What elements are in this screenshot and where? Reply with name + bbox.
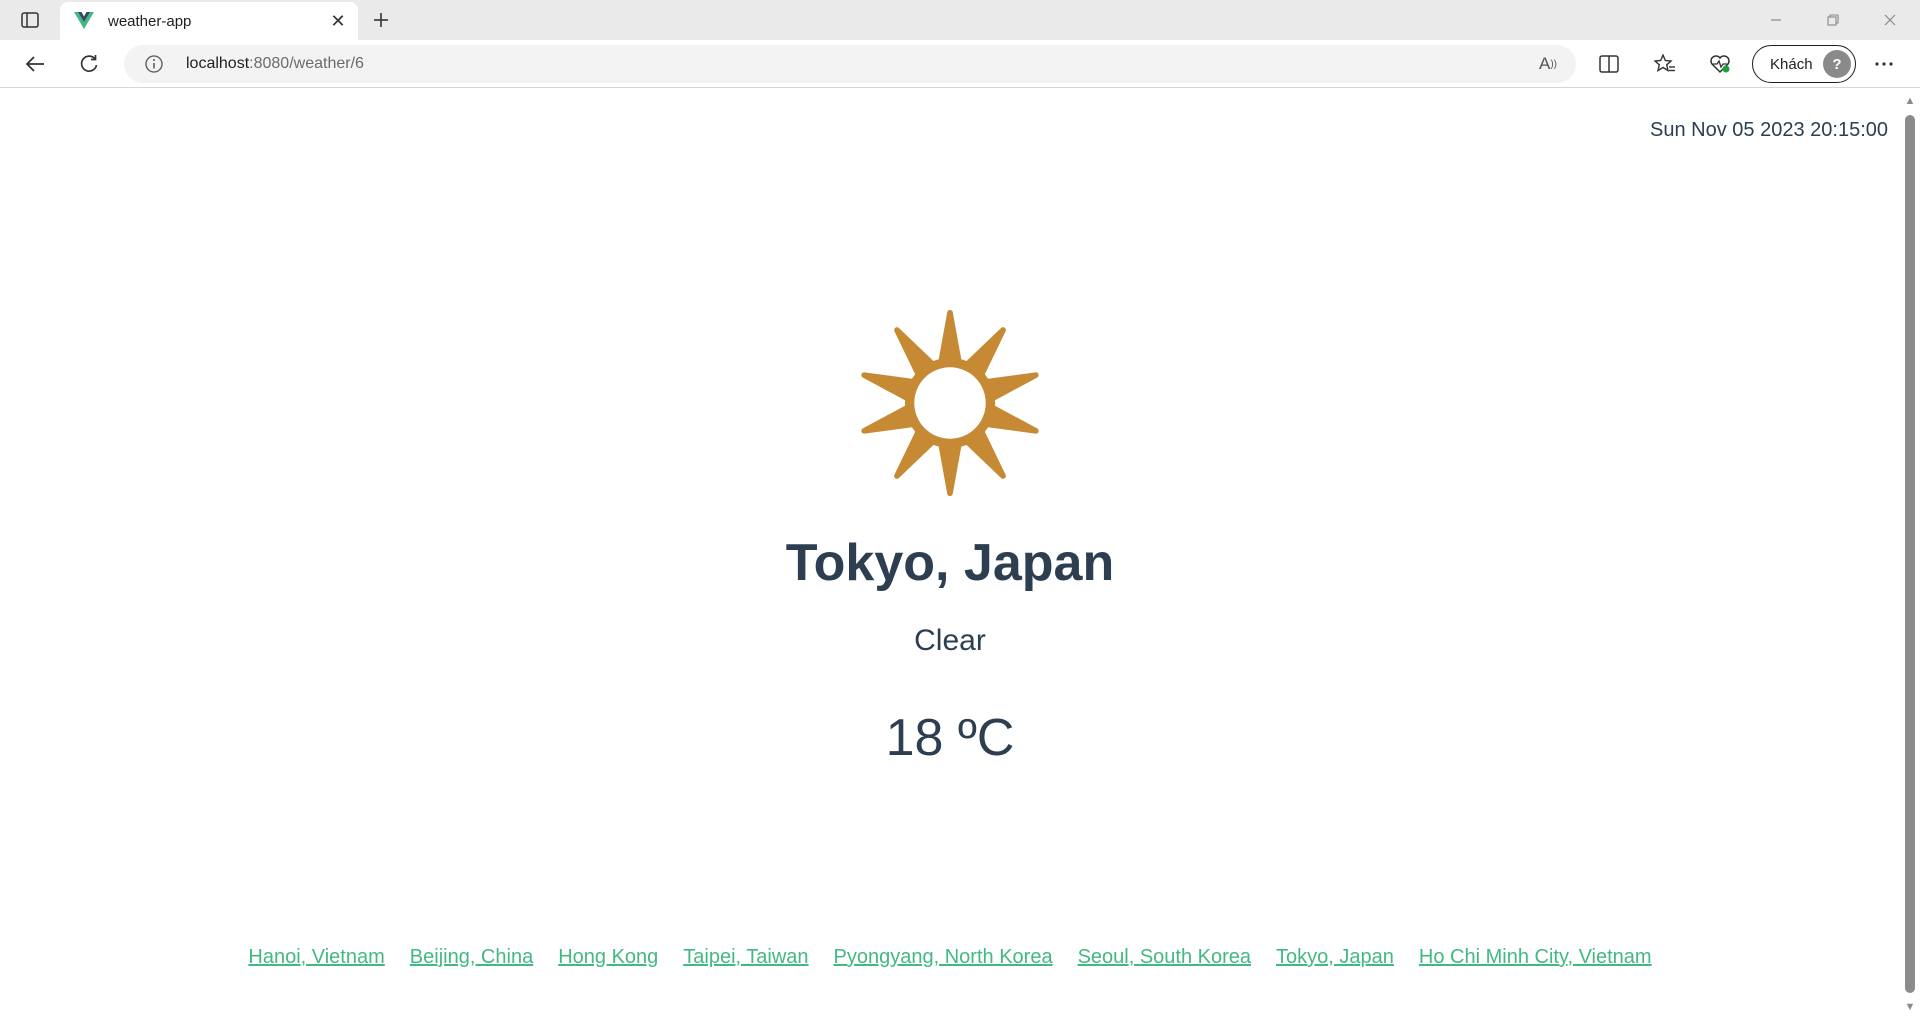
city-link-beijing[interactable]: Beijing, China bbox=[410, 946, 533, 969]
weather-condition: Clear bbox=[914, 624, 986, 657]
read-aloud-icon[interactable]: A)) bbox=[1536, 53, 1560, 75]
back-button[interactable] bbox=[18, 48, 52, 80]
guest-avatar-icon: ? bbox=[1823, 50, 1851, 78]
restore-button[interactable] bbox=[1805, 0, 1861, 40]
browser-essentials-button[interactable] bbox=[1703, 48, 1737, 80]
close-window-button[interactable] bbox=[1862, 0, 1918, 40]
profile-label: Khách bbox=[1770, 55, 1813, 73]
scroll-down-arrow-icon[interactable]: ▼ bbox=[1904, 1001, 1916, 1013]
minimize-button[interactable] bbox=[1748, 0, 1804, 40]
more-dots-icon bbox=[1875, 62, 1893, 66]
city-link-tokyo[interactable]: Tokyo, Japan bbox=[1276, 946, 1394, 969]
city-link-hong-kong[interactable]: Hong Kong bbox=[558, 946, 658, 969]
new-tab-button[interactable] bbox=[366, 6, 396, 34]
scrollbar-thumb[interactable] bbox=[1905, 115, 1915, 993]
city-link-hanoi[interactable]: Hanoi, Vietnam bbox=[248, 946, 384, 969]
profile-button[interactable]: Khách ? bbox=[1752, 45, 1856, 83]
city-link-taipei[interactable]: Taipei, Taiwan bbox=[683, 946, 808, 969]
close-icon bbox=[1884, 14, 1896, 26]
favorites-button[interactable] bbox=[1648, 48, 1682, 80]
url-path: :8080/weather/6 bbox=[249, 55, 364, 72]
location-name: Tokyo, Japan bbox=[785, 534, 1115, 592]
tab-title: weather-app bbox=[108, 12, 192, 30]
browser-toolbar: localhost:8080/weather/6 A)) Khách ? bbox=[0, 40, 1920, 88]
address-bar[interactable]: localhost:8080/weather/6 A)) bbox=[124, 45, 1576, 83]
city-navigation: Hanoi, Vietnam Beijing, China Hong Kong … bbox=[0, 946, 1900, 969]
minimize-icon bbox=[1771, 19, 1781, 21]
split-screen-icon bbox=[1599, 55, 1619, 73]
url-host: localhost bbox=[186, 55, 250, 72]
vue-logo-icon bbox=[74, 12, 94, 30]
favorites-star-icon bbox=[1654, 54, 1675, 72]
vertical-scrollbar[interactable]: ▲ ▼ bbox=[1900, 89, 1920, 1020]
url-text[interactable]: localhost:8080/weather/6 bbox=[186, 55, 364, 73]
scroll-up-arrow-icon[interactable]: ▲ bbox=[1904, 95, 1916, 107]
settings-more-button[interactable] bbox=[1867, 48, 1901, 80]
heart-pulse-icon bbox=[1710, 55, 1730, 74]
page-viewport: Sun Nov 05 2023 20:15:00 Tokyo, Japan Cl… bbox=[0, 89, 1920, 1020]
sun-icon bbox=[861, 309, 1039, 497]
sun-ray bbox=[938, 309, 962, 366]
city-link-seoul[interactable]: Seoul, South Korea bbox=[1078, 946, 1251, 969]
plus-icon bbox=[374, 13, 388, 27]
reload-button[interactable] bbox=[72, 48, 106, 80]
split-screen-button[interactable] bbox=[1592, 48, 1626, 80]
current-datetime: Sun Nov 05 2023 20:15:00 bbox=[1650, 119, 1888, 141]
city-link-pyongyang[interactable]: Pyongyang, North Korea bbox=[834, 946, 1053, 969]
tab-close-icon[interactable]: ✕ bbox=[328, 11, 348, 31]
active-tab[interactable]: weather-app ✕ bbox=[60, 2, 358, 40]
site-info-icon[interactable] bbox=[144, 54, 164, 74]
city-link-ho-chi-minh[interactable]: Ho Chi Minh City, Vietnam bbox=[1419, 946, 1652, 969]
tab-actions-button[interactable] bbox=[14, 6, 46, 34]
tab-bar: weather-app ✕ bbox=[0, 0, 1920, 40]
reload-icon bbox=[80, 55, 98, 72]
restore-icon bbox=[1827, 14, 1839, 26]
temperature-value: 18 ºC bbox=[885, 709, 1015, 767]
tab-actions-icon bbox=[21, 12, 39, 28]
back-arrow-icon bbox=[25, 56, 44, 72]
sun-ray bbox=[938, 440, 962, 497]
